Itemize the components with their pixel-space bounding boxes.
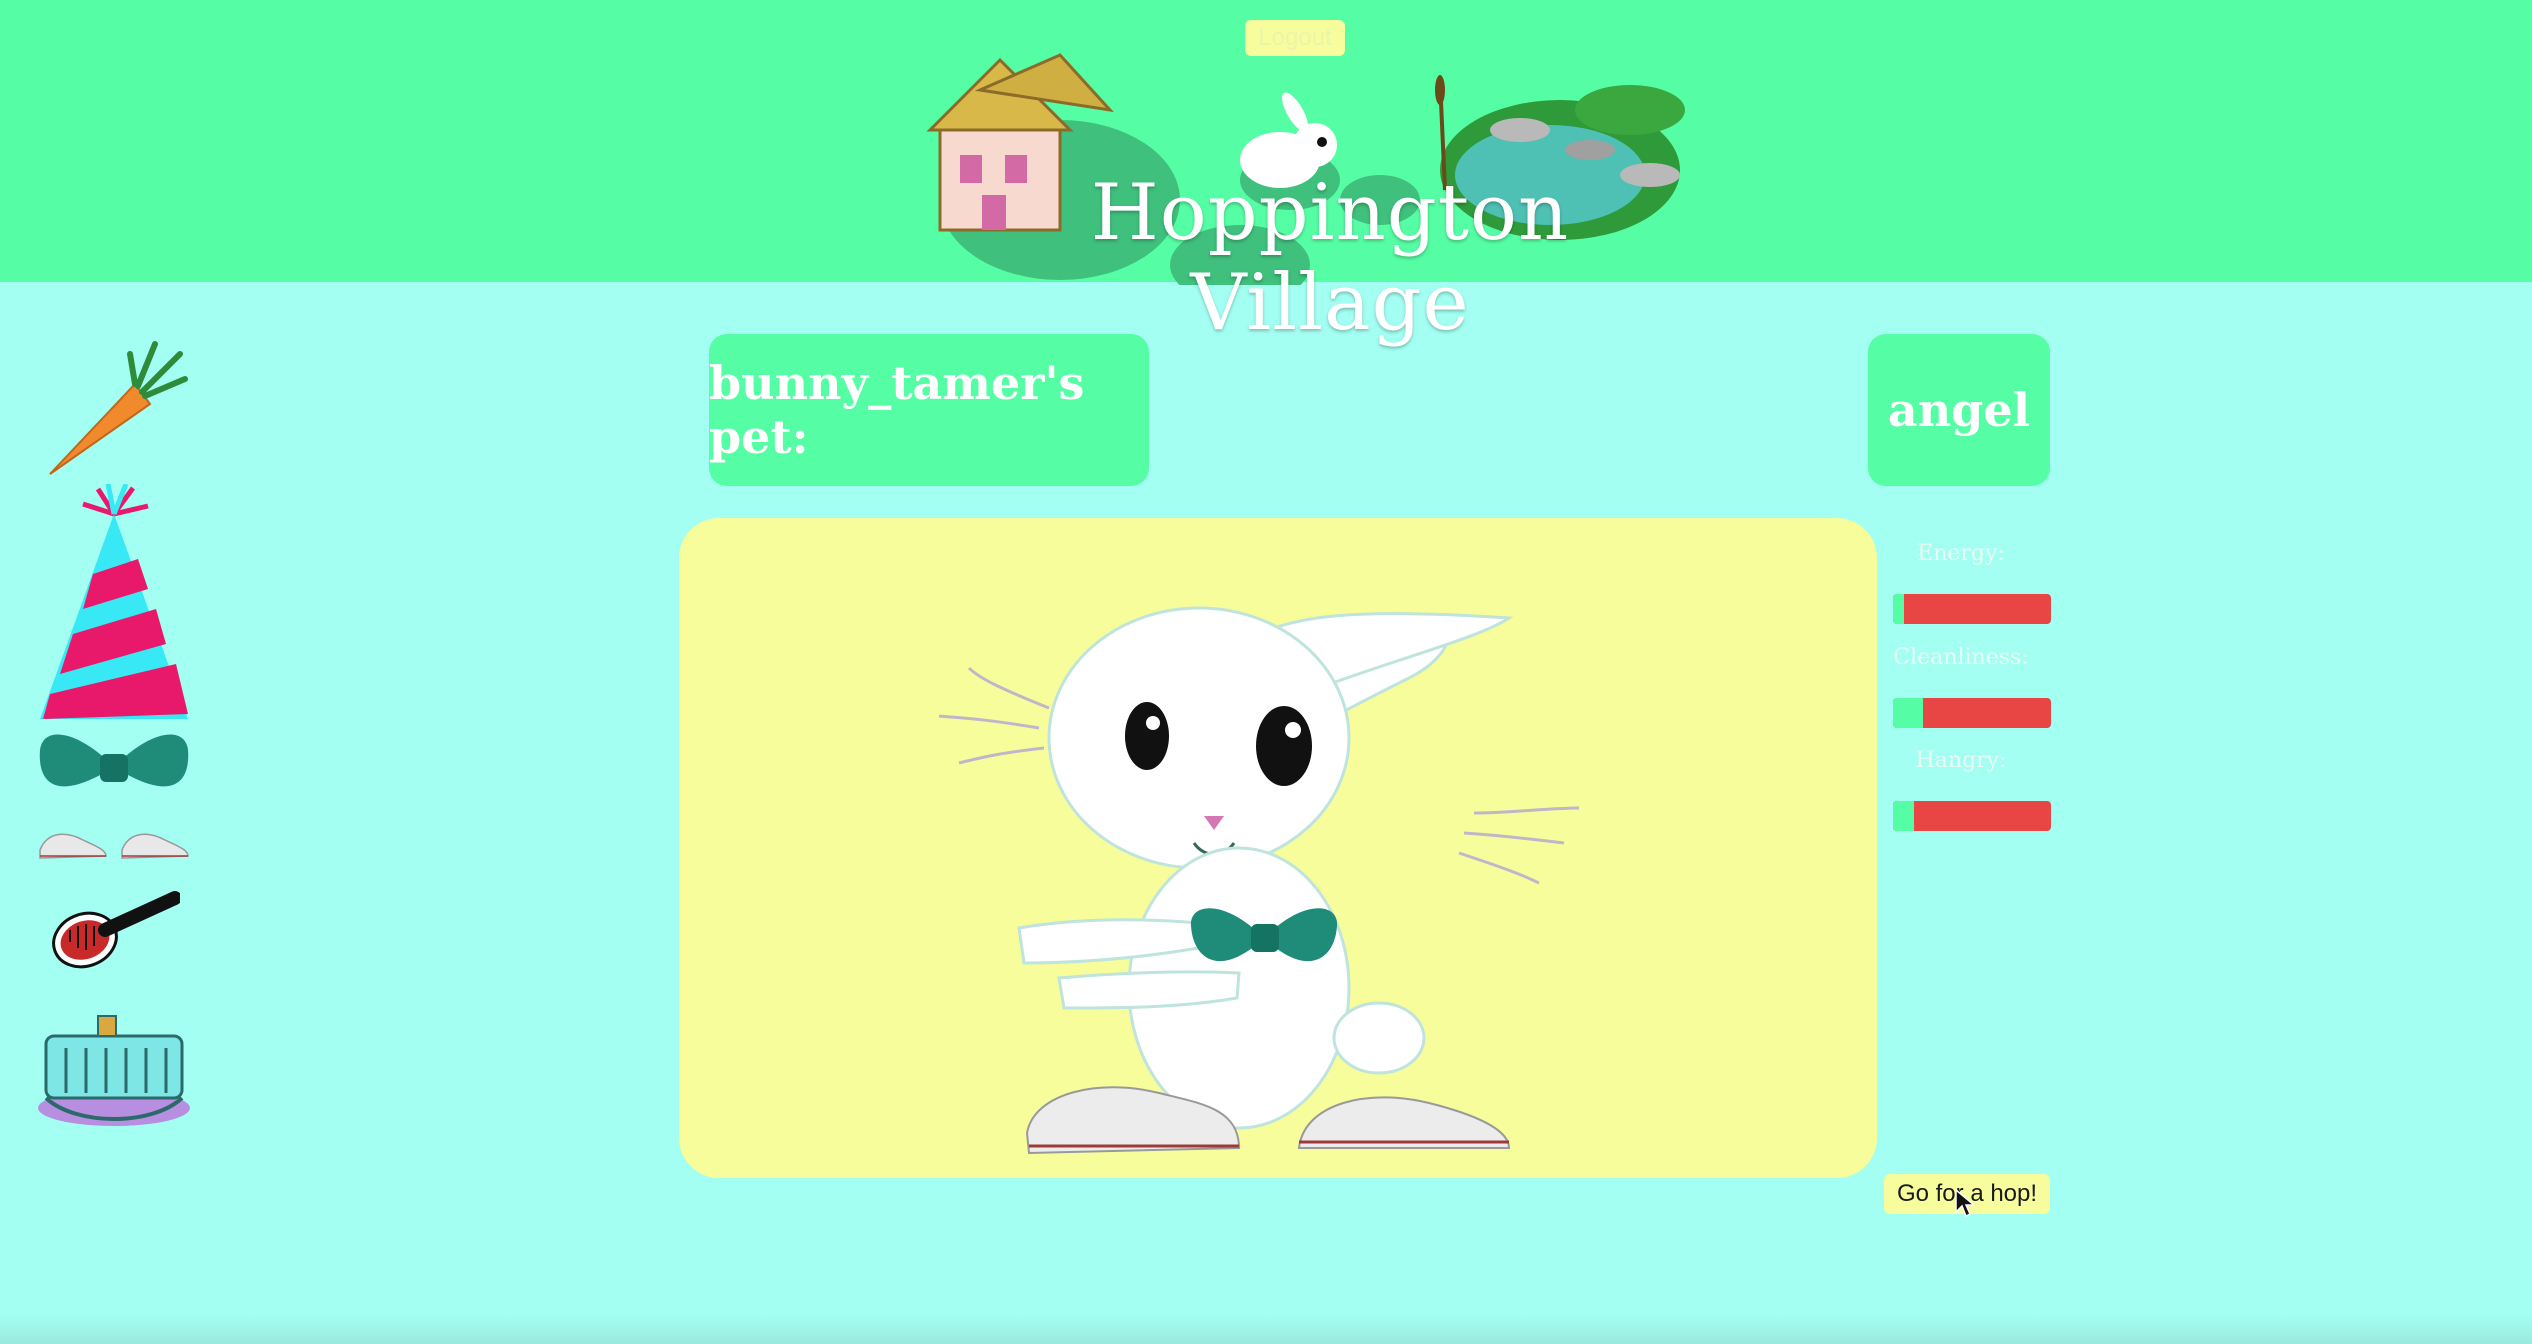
pet-name-box: angel — [1868, 334, 2050, 486]
mouse-cursor-icon — [1955, 1188, 1976, 1218]
hangry-bar — [1893, 801, 2051, 831]
carrot-icon — [49, 341, 188, 475]
cradle-icon — [38, 1015, 190, 1126]
hair-brush-item[interactable] — [50, 890, 180, 972]
sneakers-item[interactable] — [38, 828, 190, 862]
pet-stage — [679, 518, 1877, 1178]
hair-brush-icon — [52, 891, 180, 969]
page-bottom-shade — [0, 1314, 2532, 1344]
party-hat-icon — [40, 484, 188, 719]
energy-label: Energy: — [1917, 541, 2005, 566]
site-title: Hoppington Village — [1090, 168, 1570, 348]
bow-tie-icon — [39, 734, 189, 787]
hangry-label: Hangry: — [1915, 748, 2007, 773]
cradle-item[interactable] — [36, 1008, 192, 1128]
bow-tie-item[interactable] — [38, 730, 190, 804]
hangry-bar-fill — [1893, 801, 1914, 831]
sneakers-icon — [39, 833, 189, 859]
owner-label-box: bunny_tamer's pet: — [709, 334, 1149, 486]
cleanliness-bar — [1893, 698, 2051, 728]
header: Logout Hoppington Village — [0, 0, 2532, 348]
energy-bar — [1893, 594, 2051, 624]
cleanliness-label: Cleanliness: — [1893, 645, 2029, 670]
carrot-item[interactable] — [40, 334, 190, 484]
party-hat-item[interactable] — [38, 484, 190, 724]
cleanliness-bar-fill — [1893, 698, 1924, 728]
bunny-pet-image — [938, 606, 1580, 1155]
energy-bar-fill — [1893, 594, 1905, 624]
